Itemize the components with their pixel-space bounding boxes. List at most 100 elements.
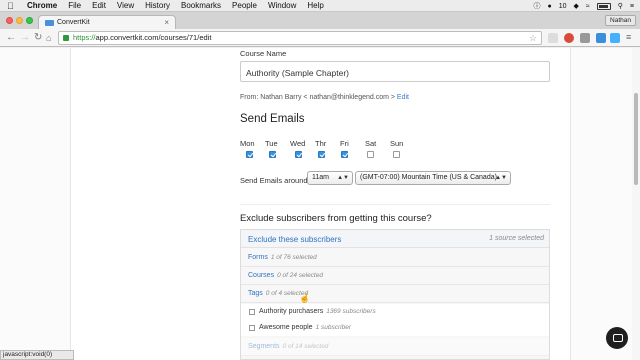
url-scheme: https:// (73, 33, 96, 42)
day-checkbox-thr[interactable] (318, 151, 325, 158)
stop-extension-icon[interactable] (564, 33, 574, 43)
filter-count: 0 of 24 selected (277, 272, 323, 279)
filter-name[interactable]: Segments (248, 343, 280, 350)
day-checkbox-fri[interactable] (341, 151, 348, 158)
address-bar[interactable]: https://app.convertkit.com/courses/71/ed… (58, 31, 542, 45)
close-window-icon[interactable] (6, 17, 13, 24)
extension-icon[interactable] (610, 33, 620, 43)
menu-file[interactable]: File (68, 1, 81, 10)
filter-count: 1 of 76 selected (270, 254, 317, 261)
day-checkbox-sun[interactable] (393, 151, 400, 158)
url-text: app.convertkit.com/courses/71/edit (95, 33, 212, 42)
day-label-sat: Sat (365, 139, 377, 148)
tag-checkbox[interactable] (249, 325, 255, 331)
profile-button[interactable]: Nathan (605, 15, 636, 26)
day-checkbox-sat[interactable] (367, 151, 374, 158)
convertkit-favicon-icon (45, 19, 54, 26)
send-emails-heading: Send Emails (240, 113, 305, 125)
tag-name: Awesome people (259, 324, 313, 331)
timezone-select-value: (GMT-07:00) Mountain Time (US & Canada) (360, 174, 497, 181)
lock-icon (63, 35, 69, 41)
menu-icon[interactable]: ≡ (626, 33, 636, 43)
filter-row-forms[interactable]: Forms 1 of 76 selected (241, 249, 549, 267)
tag-count: 1 subscriber (315, 324, 351, 331)
day-checkbox-wed[interactable] (295, 151, 302, 158)
column-divider (570, 48, 571, 360)
from-text: From: Nathan Barry < nathan@thinklegend.… (240, 94, 395, 101)
camera-icon[interactable]: ● (548, 3, 552, 10)
tag-count: 1369 subscribers (326, 308, 376, 315)
chat-bubble-icon[interactable] (606, 327, 628, 349)
day-checkbox-mon[interactable] (246, 151, 253, 158)
zoom-window-icon[interactable] (26, 17, 33, 24)
menu-app-name[interactable]: Chrome (27, 1, 57, 10)
menu-window[interactable]: Window (268, 1, 296, 10)
time-select-value: 11am (312, 174, 329, 181)
source-count: 1 source selected (489, 235, 544, 242)
filter-row-segments[interactable]: Segments 0 of 14 selected (241, 338, 549, 356)
dropbox-icon[interactable]: ◆ (574, 2, 579, 10)
day-label-wed: Wed (290, 139, 306, 148)
exclude-panel-header[interactable]: Exclude these subscribers 1 source selec… (241, 230, 549, 248)
forward-arrow-icon[interactable]: → (20, 32, 30, 44)
day-label-thr: Thr (315, 139, 327, 148)
browser-tab[interactable]: ConvertKit × (38, 15, 176, 29)
section-divider (240, 204, 550, 205)
tag-checkbox[interactable] (249, 309, 255, 315)
from-line: From: Nathan Barry < nathan@thinklegend.… (240, 94, 409, 101)
badge-count[interactable]: 10 (559, 3, 567, 10)
time-select[interactable]: 11am ▲▼ (307, 171, 353, 185)
status-icons: ⓘ ● 10 ◆ ≈ ⚲ ≡ (534, 0, 634, 12)
list-icon[interactable]: ≡ (630, 3, 634, 10)
wifi-icon[interactable]: ≈ (586, 3, 590, 10)
scrollbar-thumb[interactable] (634, 93, 638, 185)
extension-icon[interactable] (596, 33, 606, 43)
chevron-updown-icon: ▲▼ (337, 175, 349, 181)
back-arrow-icon[interactable]: ← (6, 32, 16, 44)
tab-title: ConvertKit (57, 19, 90, 26)
reload-icon[interactable]: ↻ (34, 32, 42, 44)
menu-view[interactable]: View (117, 1, 134, 10)
status-bar: javascript:void(0) (0, 350, 74, 360)
home-icon[interactable]: ⌂ (46, 32, 51, 44)
extension-icon[interactable] (580, 33, 590, 43)
bookmark-star-icon[interactable]: ☆ (529, 32, 537, 44)
page-scrollbar[interactable] (632, 48, 640, 360)
battery-icon[interactable] (596, 2, 611, 10)
exclude-panel: Exclude these subscribers 1 source selec… (240, 229, 550, 360)
send-around-label: Send Emails around (240, 176, 308, 185)
filter-row-tags[interactable]: Tags 0 of 4 selected (241, 285, 549, 303)
menu-people[interactable]: People (232, 1, 257, 10)
exclude-panel-title[interactable]: Exclude these subscribers (248, 235, 341, 244)
filter-count: 0 of 14 selected (282, 343, 329, 350)
course-name-input[interactable]: Authority (Sample Chapter) (240, 61, 550, 82)
info-icon[interactable]: ⓘ (534, 1, 541, 11)
menu-edit[interactable]: Edit (92, 1, 106, 10)
browser-tab-strip: ConvertKit × Nathan (0, 12, 640, 29)
filter-name[interactable]: Tags (248, 290, 263, 297)
menu-help[interactable]: Help (307, 1, 323, 10)
edit-from-link[interactable]: Edit (397, 94, 409, 101)
apple-menu-icon[interactable]:  (7, 0, 17, 12)
filter-name[interactable]: Forms (248, 254, 268, 261)
pointer-cursor-icon: ☝ (299, 293, 311, 303)
day-checkbox-tue[interactable] (269, 151, 276, 158)
tag-item[interactable]: Authority purchasers 1369 subscribers (241, 304, 549, 320)
browser-toolbar: ← → ↻ ⌂ https://app.convertkit.com/cours… (0, 29, 640, 47)
mac-menu-bar:  Chrome File Edit View History Bookmark… (0, 0, 640, 12)
extension-icon[interactable] (548, 33, 558, 43)
day-label-fri: Fri (340, 139, 349, 148)
menu-bookmarks[interactable]: Bookmarks (181, 1, 221, 10)
day-label-sun: Sun (390, 139, 404, 148)
exclude-heading: Exclude subscribers from getting this co… (240, 213, 432, 224)
tab-close-icon[interactable]: × (164, 18, 169, 27)
search-icon[interactable]: ⚲ (618, 2, 623, 10)
menu-history[interactable]: History (145, 1, 170, 10)
tag-item[interactable]: Awesome people 1 subscriber (241, 320, 549, 336)
minimize-window-icon[interactable] (16, 17, 23, 24)
filter-name[interactable]: Courses (248, 272, 274, 279)
chevron-updown-icon: ▲▼ (495, 175, 507, 181)
filter-row-courses[interactable]: Courses 0 of 24 selected (241, 267, 549, 285)
timezone-select[interactable]: (GMT-07:00) Mountain Time (US & Canada) … (355, 171, 511, 185)
tag-name: Authority purchasers (259, 308, 324, 315)
